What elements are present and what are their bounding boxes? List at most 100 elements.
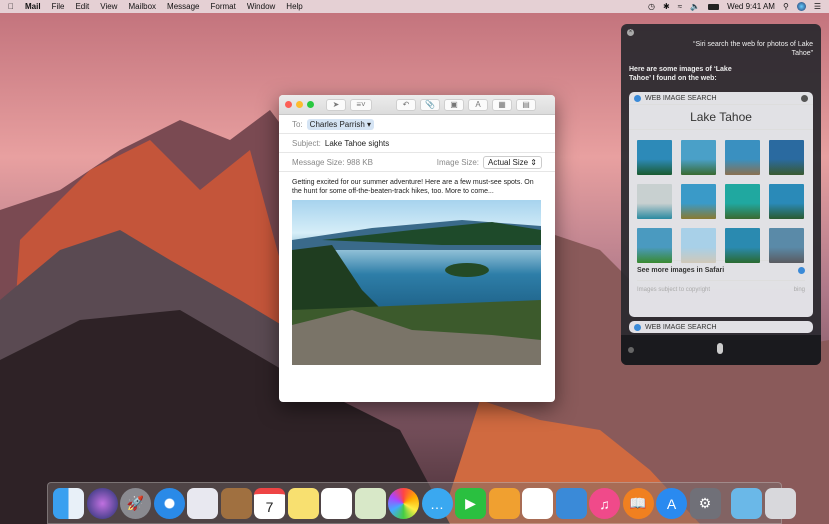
annotate-icon[interactable]: ▣: [444, 98, 464, 111]
image-grid: [629, 130, 813, 263]
clock[interactable]: Wed 9:41 AM: [727, 2, 775, 11]
card-header: WEB IMAGE SEARCH: [645, 94, 717, 102]
subject-field[interactable]: Subject: Lake Tahoe sights: [279, 134, 555, 153]
dock-system-preferences-icon[interactable]: ⚙: [689, 488, 721, 519]
dock: 🚀 7 … ▶ ♫ 📖 A ⚙: [47, 482, 796, 524]
card-close-icon[interactable]: [801, 94, 808, 102]
microphone-icon[interactable]: [717, 343, 723, 354]
image-thumbnail[interactable]: [725, 184, 760, 219]
see-more-label: See more images in Safari: [637, 267, 725, 274]
bing-logo: bing: [793, 286, 805, 293]
dock-trash-icon[interactable]: [764, 488, 796, 519]
format-text-icon[interactable]: A: [468, 98, 488, 111]
message-size-label: Message Size:: [292, 157, 345, 167]
time-machine-icon[interactable]: ◷: [648, 2, 655, 11]
image-thumbnail[interactable]: [681, 184, 716, 219]
message-size-row: Message Size: 988 KB Image Size: Actual S…: [279, 153, 555, 172]
image-size-label: Image Size:: [436, 157, 480, 167]
recipient-token[interactable]: Charles Parrish ▾: [306, 118, 375, 130]
attach-icon[interactable]: 📎: [420, 98, 440, 111]
siri-help-icon[interactable]: [628, 347, 634, 353]
recipient-name: Charles Parrish: [309, 119, 365, 129]
image-thumbnail[interactable]: [637, 228, 672, 263]
wifi-icon[interactable]: ≈: [678, 2, 682, 11]
mail-compose-window: ➤ ≡˅ ↶ 📎 ▣ A ▦ ▤ To: Charles Parrish ▾ Su…: [279, 95, 555, 402]
see-more-safari-link[interactable]: See more images in Safari: [637, 260, 805, 280]
siri-query: “Siri search the web for photos of Lake …: [693, 41, 813, 57]
battery-icon[interactable]: [708, 3, 720, 10]
dock-siri-icon[interactable]: [86, 488, 118, 519]
menu-view[interactable]: View: [100, 2, 117, 11]
dock-mail-icon[interactable]: [187, 488, 218, 519]
image-size-select[interactable]: Actual Size ⇕: [483, 155, 542, 169]
image-thumbnail[interactable]: [637, 184, 672, 219]
search-badge-icon: [634, 94, 641, 102]
dock-pages-icon[interactable]: [488, 488, 520, 519]
card-title: Lake Tahoe: [629, 105, 813, 130]
spotlight-icon[interactable]: ⚲: [783, 2, 789, 11]
dock-reminders-icon[interactable]: [321, 488, 352, 519]
dock-itunes-icon[interactable]: ♫: [589, 488, 620, 519]
header-fields-icon[interactable]: ≡˅: [350, 98, 372, 111]
image-thumbnail[interactable]: [725, 228, 760, 263]
image-thumbnail[interactable]: [681, 140, 716, 175]
menu-file[interactable]: File: [52, 2, 65, 11]
copyright-note: Images subject to copyright: [637, 286, 711, 293]
dock-calendar-icon[interactable]: 7: [254, 488, 285, 519]
dock-app-store-icon[interactable]: A: [656, 488, 687, 519]
apple-menu-icon[interactable]: : [8, 2, 14, 11]
toolbar: ➤ ≡˅ ↶ 📎 ▣ A ▦ ▤: [279, 95, 555, 115]
menu-format[interactable]: Format: [211, 2, 236, 11]
subject-label: Subject:: [292, 138, 321, 148]
dock-messages-icon[interactable]: …: [421, 488, 453, 519]
volume-icon[interactable]: 🔈: [690, 2, 700, 11]
menu-help[interactable]: Help: [286, 2, 302, 11]
dock-keynote-icon[interactable]: [555, 488, 587, 519]
reply-icon[interactable]: ↶: [396, 98, 416, 111]
web-image-search-card-2[interactable]: WEB IMAGE SEARCH: [629, 321, 813, 333]
image-thumbnail[interactable]: [725, 140, 760, 175]
dock-contacts-icon[interactable]: [220, 488, 252, 519]
message-body[interactable]: Getting excited for our summer adventure…: [279, 172, 555, 202]
siri-footer: [621, 335, 821, 365]
dock-facetime-icon[interactable]: ▶: [455, 488, 486, 519]
menu-window[interactable]: Window: [247, 2, 275, 11]
bluetooth-icon[interactable]: ✱: [663, 2, 670, 11]
image-thumbnail[interactable]: [769, 140, 804, 175]
image-thumbnail[interactable]: [769, 228, 804, 263]
siri-response: Here are some images of ‘Lake Tahoe’ I f…: [629, 66, 732, 82]
siri-menu-icon[interactable]: [796, 2, 806, 11]
siri-close-icon[interactable]: ×: [627, 29, 634, 36]
to-field[interactable]: To: Charles Parrish ▾: [279, 115, 555, 134]
dock-notes-icon[interactable]: [287, 488, 319, 519]
send-icon[interactable]: ➤: [326, 98, 346, 111]
safari-compass-icon: [798, 267, 805, 274]
image-thumbnail[interactable]: [769, 184, 804, 219]
zoom-button[interactable]: [307, 101, 314, 108]
photo-browser-icon[interactable]: ▦: [492, 98, 512, 111]
menu-mailbox[interactable]: Mailbox: [128, 2, 156, 11]
search-badge-icon: [634, 323, 641, 331]
to-label: To:: [292, 119, 303, 129]
web-image-search-card: WEB IMAGE SEARCH Lake Tahoe See more ima…: [629, 92, 813, 317]
subject-value[interactable]: Lake Tahoe sights: [325, 139, 389, 148]
minimize-button[interactable]: [296, 101, 303, 108]
dock-ibooks-icon[interactable]: 📖: [622, 488, 654, 519]
image-thumbnail[interactable]: [637, 140, 672, 175]
dock-maps-icon[interactable]: [354, 488, 386, 519]
close-button[interactable]: [285, 101, 292, 108]
menu-edit[interactable]: Edit: [75, 2, 89, 11]
image-thumbnail[interactable]: [681, 228, 716, 263]
message-size-value: 988 KB: [346, 157, 373, 167]
notification-center-icon[interactable]: ☰: [814, 2, 821, 11]
card-header: WEB IMAGE SEARCH: [645, 323, 717, 331]
dock-safari-icon[interactable]: [153, 488, 185, 519]
menu-message[interactable]: Message: [167, 2, 199, 11]
dock-numbers-icon[interactable]: [522, 488, 553, 519]
dock-finder-icon[interactable]: [53, 488, 84, 519]
dock-downloads-icon[interactable]: [731, 488, 762, 519]
dock-launchpad-icon[interactable]: 🚀: [120, 488, 151, 519]
menu-app-name[interactable]: Mail: [25, 2, 41, 11]
stationery-icon[interactable]: ▤: [516, 98, 536, 111]
dock-photos-icon[interactable]: [388, 488, 419, 519]
